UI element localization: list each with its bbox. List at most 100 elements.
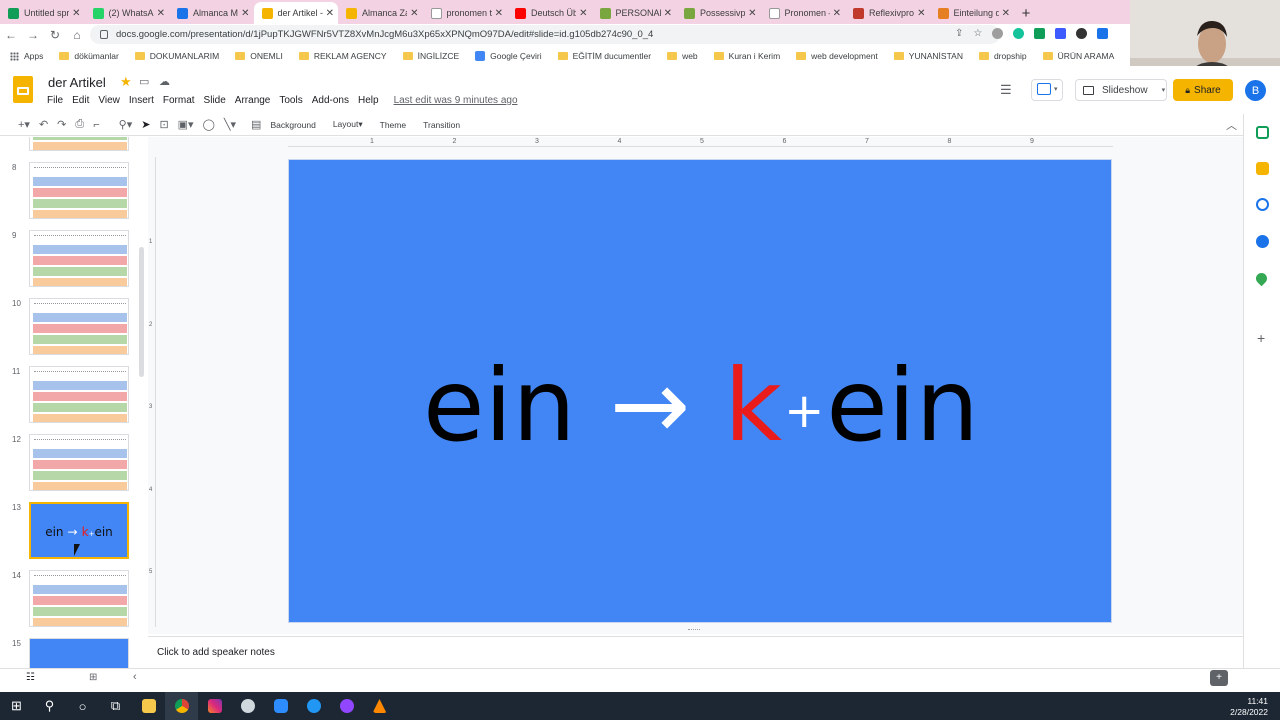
close-icon[interactable]: ✕	[1002, 8, 1010, 19]
bookmark-item[interactable]: web	[667, 51, 698, 61]
comment-add-icon[interactable]: ▤	[251, 118, 261, 131]
translate-extension-icon[interactable]	[1055, 28, 1067, 39]
instagram-icon[interactable]	[198, 692, 231, 720]
slide-thumbnail[interactable]	[29, 638, 129, 668]
layout-button[interactable]: Layout▾	[333, 119, 363, 130]
close-icon[interactable]: ✕	[157, 8, 165, 19]
browser-tab[interactable]: Deutsch Über✕	[507, 2, 592, 24]
menu-item-slide[interactable]: Slide	[204, 95, 226, 106]
menu-item-arrange[interactable]: Arrange	[235, 95, 271, 106]
browser-tab[interactable]: Almanca Zam✕	[338, 2, 423, 24]
menu-item-view[interactable]: View	[98, 95, 120, 106]
move-folder-icon[interactable]: ▭	[139, 75, 149, 88]
bookmark-item[interactable]: ÜRÜN ARAMA	[1042, 51, 1114, 61]
slide-thumbnail[interactable]	[29, 570, 129, 627]
app-icon[interactable]	[231, 692, 264, 720]
menu-item-tools[interactable]: Tools	[279, 95, 302, 106]
bookmark-item[interactable]: dökümanlar	[59, 51, 119, 61]
address-bar[interactable]: docs.google.com/presentation/d/1jPupTKJG…	[90, 25, 1000, 44]
collapse-filmstrip-icon[interactable]: ‹	[133, 671, 137, 683]
browser-tab[interactable]: pronomen ta✕	[423, 2, 508, 24]
cloud-status-icon[interactable]: ☁	[159, 75, 170, 88]
undo-icon[interactable]: ↶	[39, 118, 48, 131]
select-cursor-icon[interactable]: ➤	[141, 118, 150, 131]
menu-item-add-ons[interactable]: Add-ons	[312, 95, 349, 106]
shape-icon[interactable]: ◯	[203, 118, 215, 131]
vlc-icon[interactable]	[363, 692, 396, 720]
bookmark-item[interactable]: DOKUMANLARIM	[134, 51, 219, 61]
checkmark-extension-icon[interactable]	[1034, 28, 1046, 39]
present-to-meeting-button[interactable]: ▾	[1031, 79, 1063, 101]
avatar[interactable]: B	[1245, 80, 1266, 101]
home-icon[interactable]: ⌂	[66, 28, 88, 42]
browser-tab[interactable]: Reflexivpron ✕	[845, 2, 930, 24]
bookmark-item[interactable]: EĞİTİM ducumentler	[557, 51, 651, 61]
print-icon[interactable]: ⎙	[75, 118, 84, 131]
text-box-icon[interactable]: ⊡	[159, 118, 168, 131]
menu-item-file[interactable]: File	[47, 95, 63, 106]
share-page-icon[interactable]: ⇪	[955, 28, 963, 39]
keep-icon[interactable]	[1256, 162, 1269, 175]
close-icon[interactable]: ✕	[495, 8, 503, 19]
redo-icon[interactable]: ↷	[57, 118, 66, 131]
close-icon[interactable]: ✕	[664, 8, 672, 19]
menu-item-insert[interactable]: Insert	[129, 95, 154, 106]
slide-thumbnail[interactable]	[29, 137, 129, 151]
background-button[interactable]: Background	[270, 120, 315, 130]
new-slide-icon[interactable]: +▾	[18, 118, 30, 131]
bookmark-item[interactable]: Kuran i Kerim	[713, 51, 780, 61]
browser-tab[interactable]: PERSONALP✕	[592, 2, 677, 24]
close-icon[interactable]: ✕	[326, 8, 334, 19]
line-icon[interactable]: ╲▾	[224, 118, 236, 131]
grammarly-icon[interactable]	[1013, 28, 1025, 39]
obs-icon[interactable]	[330, 692, 363, 720]
new-tab-button[interactable]: +	[1014, 2, 1038, 24]
browser-tab[interactable]: der Artikel - G✕	[253, 2, 338, 24]
zoom-app-icon[interactable]	[264, 692, 297, 720]
slide-thumbnail[interactable]	[29, 162, 129, 219]
forward-icon[interactable]: →	[22, 28, 44, 42]
browser-tab[interactable]: Possessivpron✕	[676, 2, 761, 24]
collapse-toolbar-icon[interactable]: ︿	[1226, 117, 1237, 133]
close-icon[interactable]: ✕	[410, 8, 418, 19]
menu-extension-icon[interactable]	[1097, 28, 1109, 39]
slide-thumbnail[interactable]	[29, 366, 129, 423]
explore-icon[interactable]: +	[1210, 670, 1228, 686]
zoom-icon[interactable]: ⚲▾	[119, 118, 133, 131]
browser-tab[interactable]: Einteilung de✕	[930, 2, 1015, 24]
task-view-icon[interactable]: ⧉	[99, 692, 132, 720]
bookmark-item[interactable]: REKLAM AGENCY	[298, 51, 387, 61]
current-slide[interactable]: ein → k + ein	[288, 159, 1112, 623]
paint-format-icon[interactable]: ⌐	[93, 119, 99, 131]
slide-thumbnail-selected[interactable]: ein → k+ein	[29, 502, 129, 559]
grid-view-icon[interactable]: ⊞	[89, 672, 97, 683]
chrome-icon[interactable]	[165, 692, 198, 720]
cortana-icon[interactable]: ○	[66, 692, 99, 720]
menu-item-format[interactable]: Format	[163, 95, 195, 106]
close-icon[interactable]: ✕	[917, 8, 925, 19]
bookmark-item[interactable]: ONEMLI	[235, 51, 283, 61]
file-explorer-icon[interactable]	[132, 692, 165, 720]
menu-item-edit[interactable]: Edit	[72, 95, 89, 106]
extension-icon[interactable]	[992, 28, 1004, 39]
close-icon[interactable]: ✕	[833, 8, 841, 19]
bookmark-item[interactable]: YUNANİSTAN	[893, 51, 963, 61]
slide-thumbnail[interactable]	[29, 298, 129, 355]
browser-tab[interactable]: (2) WhatsApp✕	[85, 2, 170, 24]
back-icon[interactable]: ←	[0, 28, 22, 42]
browser-tab[interactable]: Pronomen – V✕	[761, 2, 846, 24]
bookmark-item[interactable]: Google Çeviri	[475, 51, 542, 61]
filmstrip-scrollbar[interactable]	[139, 247, 144, 377]
menu-item-help[interactable]: Help	[358, 95, 379, 106]
slides-logo-icon[interactable]	[13, 76, 33, 103]
dark-extension-icon[interactable]	[1076, 28, 1088, 39]
bookmark-star-icon[interactable]: ☆	[973, 28, 982, 39]
comment-icon[interactable]: ☰	[1000, 82, 1012, 98]
slide-thumbnail[interactable]	[29, 230, 129, 287]
chevron-down-icon[interactable]: ▾	[1162, 86, 1166, 94]
maps-icon[interactable]	[1253, 270, 1270, 287]
reload-icon[interactable]: ↻	[44, 28, 66, 42]
slide-thumbnail[interactable]	[29, 434, 129, 491]
slide-title-text[interactable]: ein → k + ein	[289, 347, 1113, 464]
image-icon[interactable]: ▣▾	[178, 118, 194, 131]
